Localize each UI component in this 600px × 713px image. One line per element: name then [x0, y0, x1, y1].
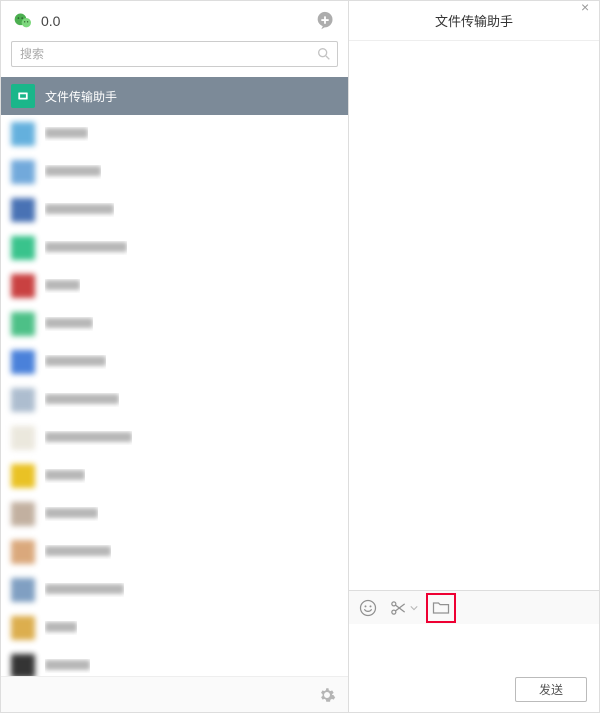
chat-name — [45, 469, 85, 483]
scissors-icon — [387, 597, 409, 619]
avatar — [11, 274, 35, 298]
chat-name — [45, 393, 119, 407]
message-area — [349, 41, 599, 590]
dropdown-arrow-icon — [410, 604, 418, 612]
chat-name — [45, 431, 132, 445]
compose-toolbar — [349, 590, 599, 624]
avatar — [11, 198, 35, 222]
chat-item[interactable] — [1, 381, 348, 419]
conversation-header: 文件传输助手 — [349, 1, 599, 41]
avatar — [11, 426, 35, 450]
chat-name — [45, 165, 101, 179]
chat-item[interactable] — [1, 419, 348, 457]
avatar — [11, 540, 35, 564]
chat-item[interactable] — [1, 609, 348, 647]
right-panel: × 文件传输助手 发送 — [349, 1, 599, 712]
chat-item[interactable] — [1, 115, 348, 153]
app-window: 0.0 文件传输助手 × 文件传输助手 — [0, 0, 600, 713]
search-box — [11, 41, 338, 67]
chat-name — [45, 659, 90, 673]
avatar — [11, 312, 35, 336]
screenshot-tool[interactable] — [387, 597, 418, 619]
settings-icon[interactable] — [318, 686, 336, 704]
folder-icon[interactable] — [430, 597, 452, 619]
chat-name — [45, 583, 124, 597]
chat-name — [45, 279, 80, 293]
avatar — [11, 654, 35, 676]
chat-item[interactable] — [1, 533, 348, 571]
chat-item[interactable] — [1, 153, 348, 191]
chat-item[interactable] — [1, 343, 348, 381]
chat-name — [45, 127, 88, 141]
chat-item-file-transfer[interactable]: 文件传输助手 — [1, 77, 348, 115]
chat-name — [45, 545, 111, 559]
avatar — [11, 236, 35, 260]
avatar — [11, 578, 35, 602]
wechat-logo-icon — [13, 11, 33, 31]
conversation-title: 文件传输助手 — [435, 11, 513, 30]
avatar — [11, 84, 35, 108]
avatar — [11, 350, 35, 374]
chat-name — [45, 317, 93, 331]
chat-name — [45, 507, 98, 521]
avatar — [11, 388, 35, 412]
chat-list: 文件传输助手 — [1, 77, 348, 676]
avatar — [11, 502, 35, 526]
chat-name — [45, 355, 106, 369]
avatar — [11, 464, 35, 488]
chat-name — [45, 203, 114, 217]
chat-item[interactable] — [1, 495, 348, 533]
chat-item[interactable] — [1, 191, 348, 229]
left-header: 0.0 — [1, 1, 348, 41]
chat-item[interactable] — [1, 229, 348, 267]
message-input-area[interactable]: 发送 — [349, 624, 599, 712]
chat-name — [45, 241, 127, 255]
chat-item[interactable] — [1, 457, 348, 495]
user-name: 0.0 — [41, 13, 60, 29]
avatar — [11, 122, 35, 146]
chat-item[interactable] — [1, 647, 348, 676]
chat-item[interactable] — [1, 267, 348, 305]
chat-item[interactable] — [1, 305, 348, 343]
highlighted-folder-tool — [426, 593, 456, 623]
avatar — [11, 616, 35, 640]
send-button[interactable]: 发送 — [515, 677, 587, 702]
chat-name: 文件传输助手 — [45, 88, 117, 105]
search-input[interactable] — [11, 41, 338, 67]
emoji-icon[interactable] — [357, 597, 379, 619]
search-area — [1, 41, 348, 77]
chat-name — [45, 621, 77, 635]
chat-item[interactable] — [1, 571, 348, 609]
new-chat-icon[interactable] — [314, 10, 336, 32]
left-footer — [1, 676, 348, 712]
left-panel: 0.0 文件传输助手 — [1, 1, 349, 712]
avatar — [11, 160, 35, 184]
